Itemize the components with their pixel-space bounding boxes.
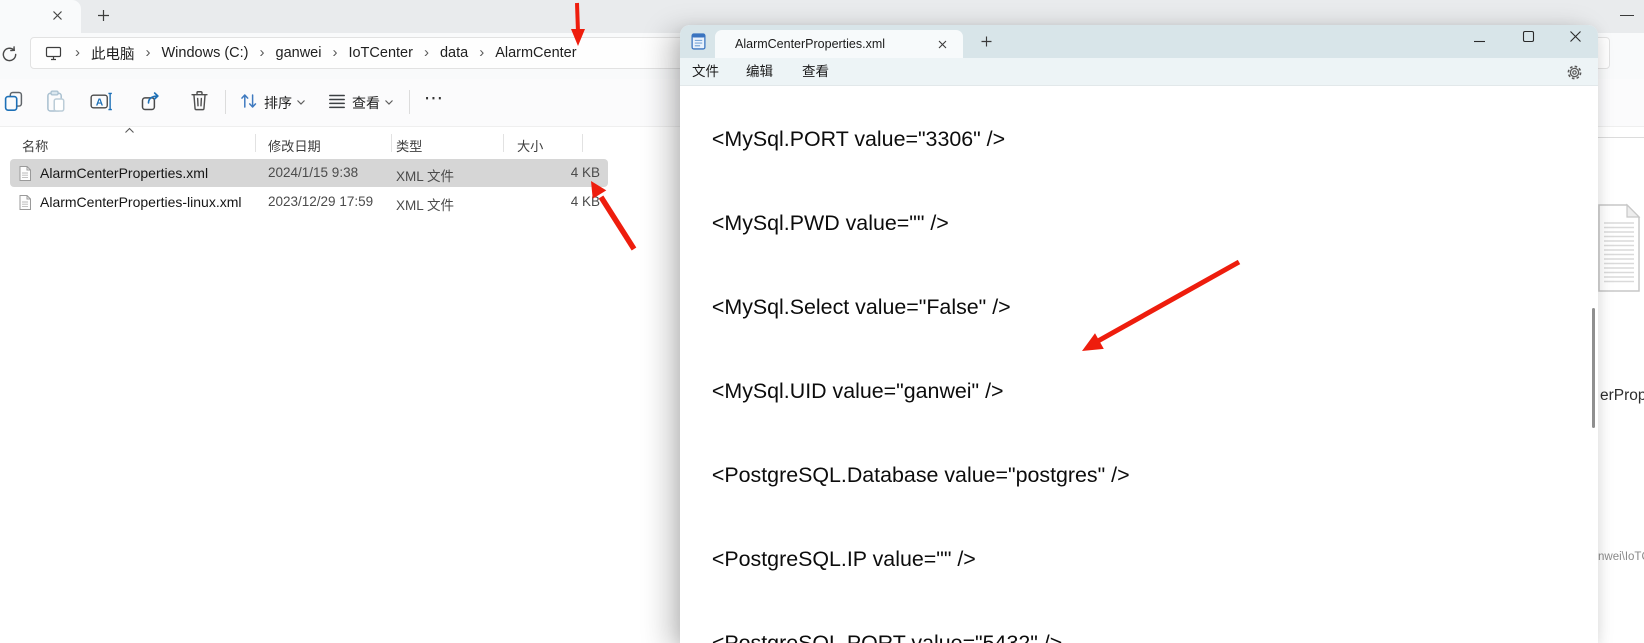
view-button[interactable]: 查看	[352, 93, 380, 113]
xml-line: <MySql.PORT value="3306" />	[700, 125, 1434, 153]
xml-line: <MySql.UID value="ganwei" />	[700, 377, 1434, 405]
breadcrumb-separator-icon: ›	[479, 44, 484, 61]
breadcrumb-separator-icon: ›	[146, 44, 151, 61]
xml-line: <PostgreSQL.Database value="postgres" />	[700, 461, 1434, 489]
column-divider[interactable]	[391, 134, 392, 152]
notepad-app-icon	[690, 33, 707, 50]
breadcrumb-separator-icon: ›	[260, 44, 265, 61]
preview-pane-divider	[1598, 137, 1644, 138]
share-icon[interactable]	[141, 91, 161, 111]
file-row-selected[interactable]: AlarmCenterProperties.xml 2024/1/15 9:38…	[10, 159, 608, 187]
explorer-tab[interactable]	[0, 0, 81, 33]
notepad-new-tab-icon[interactable]	[980, 35, 993, 48]
paste-icon[interactable]	[46, 90, 65, 113]
breadcrumb-separator-icon: ›	[332, 44, 337, 61]
notepad-tab-close-icon[interactable]	[937, 39, 948, 50]
screen: › 此电脑 › Windows (C:) › ganwei › IoTCente…	[0, 0, 1644, 643]
column-header-date[interactable]: 修改日期	[268, 136, 321, 155]
xml-line: <MySql.Select value="False" />	[700, 293, 1434, 321]
preview-file-path-fragment: nwei\IoTC	[1598, 551, 1644, 563]
column-header-name[interactable]: 名称	[22, 136, 48, 155]
close-icon[interactable]	[1569, 30, 1582, 43]
file-size: 4 KB	[500, 165, 600, 180]
notepad-tab-title: AlarmCenterProperties.xml	[735, 30, 885, 58]
notepad-window: AlarmCenterProperties.xml 文件 编辑 查看 <MySq…	[680, 25, 1598, 643]
column-header-size[interactable]: 大小	[517, 136, 543, 155]
more-options-button[interactable]: ⋯	[424, 87, 444, 110]
xml-line: <MySql.PWD value="" />	[700, 209, 1434, 237]
file-name: AlarmCenterProperties-linux.xml	[40, 194, 242, 210]
file-type: XML 文件	[396, 194, 454, 214]
menu-edit[interactable]: 编辑	[746, 58, 773, 86]
menu-file[interactable]: 文件	[692, 58, 719, 86]
this-pc-icon	[45, 46, 62, 61]
toolbar-divider	[225, 90, 226, 114]
notepad-scrollbar-thumb[interactable]	[1592, 308, 1595, 428]
file-name: AlarmCenterProperties.xml	[40, 165, 208, 181]
notepad-menu-bar: 文件 编辑 查看	[680, 58, 1598, 86]
column-header-type[interactable]: 类型	[396, 136, 422, 155]
breadcrumb-iotcenter[interactable]: IoTCenter	[348, 45, 412, 61]
xml-file-icon	[17, 194, 33, 211]
xml-content: <MySql.PORT value="3306" /> <MySql.PWD v…	[700, 86, 1434, 643]
maximize-icon[interactable]	[1522, 30, 1535, 43]
rename-icon[interactable]: A	[90, 92, 113, 111]
file-row[interactable]: AlarmCenterProperties-linux.xml 2023/12/…	[10, 188, 608, 216]
file-list-header: 名称 修改日期 类型 大小	[0, 130, 640, 157]
settings-gear-icon[interactable]	[1566, 64, 1583, 81]
breadcrumb-separator-icon: ›	[75, 44, 80, 61]
sort-button[interactable]: 排序	[264, 93, 292, 113]
file-type: XML 文件	[396, 165, 454, 185]
breadcrumb-data[interactable]: data	[440, 45, 468, 61]
preview-file-name-fragment: erProp	[1600, 387, 1644, 405]
xml-line: <PostgreSQL.PORT value="5432" />	[700, 629, 1434, 643]
minimize-icon[interactable]	[1473, 35, 1486, 48]
file-size: 4 KB	[500, 194, 600, 209]
refresh-icon[interactable]	[0, 45, 19, 64]
explorer-new-tab-icon[interactable]	[96, 8, 111, 23]
breadcrumb-separator-icon: ›	[424, 44, 429, 61]
column-divider[interactable]	[503, 134, 504, 152]
chevron-down-icon	[296, 99, 306, 106]
menu-view[interactable]: 查看	[802, 58, 829, 86]
breadcrumb-ganwei[interactable]: ganwei	[276, 45, 322, 61]
explorer-tab-close-icon[interactable]	[50, 8, 65, 23]
svg-text:A: A	[96, 98, 104, 109]
notepad-text-area[interactable]: <MySql.PORT value="3306" /> <MySql.PWD v…	[680, 86, 1598, 643]
copy-icon[interactable]	[4, 91, 24, 112]
file-date: 2024/1/15 9:38	[268, 165, 358, 180]
notepad-title-bar[interactable]: AlarmCenterProperties.xml	[680, 25, 1598, 58]
breadcrumb-drive-c[interactable]: Windows (C:)	[162, 45, 249, 61]
breadcrumb-this-pc[interactable]: 此电脑	[91, 43, 135, 64]
sort-icon	[240, 92, 258, 110]
xml-file-icon	[17, 165, 33, 182]
preview-document-icon	[1597, 203, 1641, 293]
chevron-down-icon	[384, 99, 394, 106]
xml-line: <PostgreSQL.IP value="" />	[700, 545, 1434, 573]
notepad-tab[interactable]: AlarmCenterProperties.xml	[715, 30, 963, 58]
delete-icon[interactable]	[190, 90, 209, 111]
column-divider[interactable]	[582, 134, 583, 152]
toolbar-divider	[409, 90, 410, 114]
view-icon	[328, 93, 346, 110]
file-date: 2023/12/29 17:59	[268, 194, 373, 209]
explorer-minimize-icon[interactable]	[1620, 15, 1634, 16]
column-divider[interactable]	[255, 134, 256, 152]
breadcrumb-alarmcenter[interactable]: AlarmCenter	[495, 45, 576, 61]
sort-ascending-caret-icon	[124, 127, 135, 134]
